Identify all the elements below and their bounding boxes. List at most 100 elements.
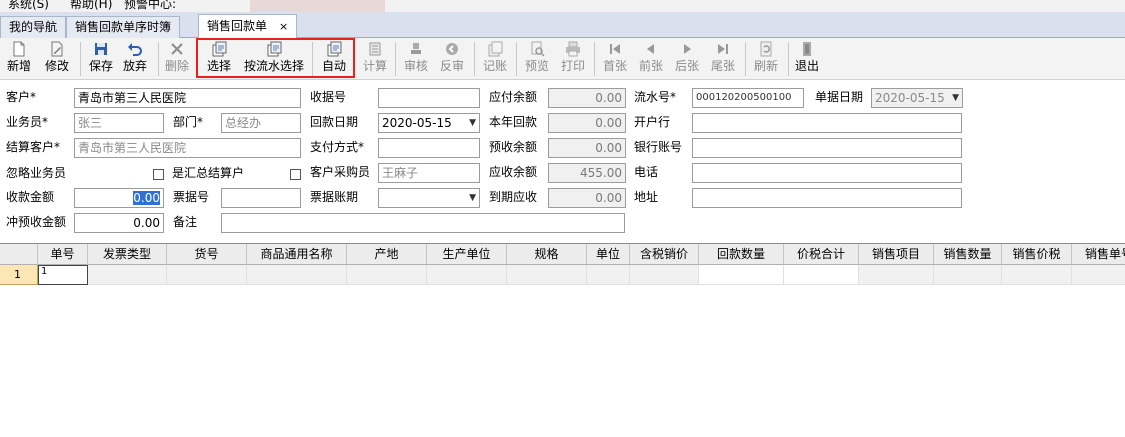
column-header[interactable]: 回款数量: [699, 244, 784, 265]
print-button[interactable]: 打印: [558, 40, 588, 78]
bank-account-field[interactable]: [692, 138, 962, 158]
table-cell[interactable]: [587, 265, 630, 285]
tab-sales-return-form[interactable]: 销售回款单 ×: [198, 14, 298, 39]
new-button[interactable]: 新增: [4, 40, 34, 78]
column-header[interactable]: 货号: [167, 244, 247, 265]
audit-button[interactable]: 审核: [401, 40, 431, 78]
prev-record-button[interactable]: 前张: [636, 40, 666, 78]
address-label: 地址: [634, 190, 659, 204]
bank-field[interactable]: [692, 113, 962, 133]
calculate-button[interactable]: 计算: [360, 40, 390, 78]
ignore-salesman-checkbox[interactable]: [153, 169, 164, 180]
dept-field[interactable]: 总经办: [221, 113, 301, 133]
delete-label: 删除: [164, 59, 189, 73]
table-cell[interactable]: [934, 265, 1002, 285]
next-arrow-icon: [684, 44, 691, 54]
discard-button[interactable]: 放弃: [120, 40, 150, 78]
close-icon[interactable]: ×: [279, 20, 288, 33]
discard-label: 放弃: [122, 59, 147, 73]
calculate-icon: [369, 42, 381, 56]
phone-field[interactable]: [692, 163, 962, 183]
table-cell[interactable]: [247, 265, 347, 285]
salesman-label: 业务员*: [6, 115, 49, 129]
table-cell[interactable]: [347, 265, 427, 285]
column-header[interactable]: 生产单位: [427, 244, 507, 265]
column-header[interactable]: 单号: [38, 244, 88, 265]
calculate-label: 计算: [362, 59, 387, 73]
bill-no-field[interactable]: [221, 188, 301, 208]
column-header[interactable]: 销售数量: [934, 244, 1002, 265]
table-cell[interactable]: [859, 265, 934, 285]
customer-label: 客户*: [6, 90, 37, 104]
preview-button[interactable]: 预览: [522, 40, 552, 78]
table-cell[interactable]: [427, 265, 507, 285]
column-header[interactable]: 规格: [507, 244, 587, 265]
column-header[interactable]: 产地: [347, 244, 427, 265]
tab-my-navigation[interactable]: 我的导航: [0, 16, 67, 38]
current-cell[interactable]: 1: [38, 265, 88, 285]
menu-help[interactable]: 帮助(H): [70, 0, 112, 12]
table-cell[interactable]: [167, 265, 247, 285]
customer-buyer-field[interactable]: 王麻子: [378, 163, 480, 183]
edit-button[interactable]: 修改: [42, 40, 72, 78]
table-cell[interactable]: [699, 265, 784, 285]
toolbar-separator: [80, 42, 81, 76]
bill-period-label: 票据账期: [310, 190, 359, 204]
first-record-button[interactable]: 首张: [600, 40, 630, 78]
chevron-down-icon: ▼: [469, 193, 476, 203]
pay-method-field[interactable]: [378, 138, 480, 158]
tab-sales-return-journal[interactable]: 销售回款单序时簿: [66, 16, 181, 38]
tab-strip: 我的导航 销售回款单序时簿 销售回款单 ×: [0, 12, 1125, 39]
exit-button[interactable]: 退出: [792, 40, 822, 78]
flow-no-field[interactable]: 000120200500100: [692, 88, 804, 108]
edit-document-icon: [51, 41, 63, 57]
chevron-down-icon: ▼: [469, 118, 476, 128]
printer-icon: [566, 41, 580, 57]
return-date-select[interactable]: 2020-05-15 ▼: [378, 113, 480, 133]
next-label: 后张: [674, 59, 699, 73]
last-record-button[interactable]: 尾张: [708, 40, 738, 78]
bill-period-select[interactable]: ▼: [378, 188, 480, 208]
column-header[interactable]: 发票类型: [88, 244, 167, 265]
customer-field[interactable]: 青岛市第三人民医院: [74, 88, 301, 108]
save-button[interactable]: 保存: [86, 40, 116, 78]
reverse-audit-button[interactable]: 反审: [437, 40, 467, 78]
toolbar-separator: [516, 42, 517, 76]
column-header[interactable]: 商品通用名称: [247, 244, 347, 265]
is-summary-checkbox[interactable]: [290, 169, 301, 180]
delete-button[interactable]: 删除: [162, 40, 192, 78]
menu-bar: 系统(S) 帮助(H) 预警中心:: [0, 0, 1125, 12]
column-header[interactable]: 销售单号: [1072, 244, 1125, 265]
remark-field[interactable]: [221, 213, 625, 233]
column-header[interactable]: 销售项目: [859, 244, 934, 265]
preview-label: 预览: [524, 59, 549, 73]
bank-account-label: 银行账号: [634, 140, 683, 154]
settle-customer-field[interactable]: 青岛市第三人民医院: [74, 138, 301, 158]
row-number[interactable]: 1: [0, 265, 38, 285]
column-header[interactable]: 销售价税: [1002, 244, 1072, 265]
salesman-field[interactable]: 张三: [74, 113, 164, 133]
table-cell[interactable]: [507, 265, 587, 285]
prev-label: 前张: [638, 59, 663, 73]
table-cell[interactable]: [784, 265, 859, 285]
receipt-no-field[interactable]: [378, 88, 480, 108]
menu-alert-center[interactable]: 预警中心:: [124, 0, 176, 12]
column-header[interactable]: 含税销价: [630, 244, 699, 265]
table-cell[interactable]: [1002, 265, 1072, 285]
new-document-icon: [13, 41, 25, 57]
table-cell[interactable]: [1072, 265, 1125, 285]
table-cell[interactable]: [630, 265, 699, 285]
next-record-button[interactable]: 后张: [672, 40, 702, 78]
table-cell[interactable]: [88, 265, 167, 285]
receivable-balance-field: 455.00: [548, 163, 626, 183]
post-button[interactable]: 记账: [480, 40, 510, 78]
column-header[interactable]: 价税合计: [784, 244, 859, 265]
offset-prepaid-field[interactable]: 0.00: [74, 213, 164, 233]
save-icon: [95, 43, 107, 55]
last-record-icon: [718, 44, 728, 54]
receipt-amount-field[interactable]: 0.00: [74, 188, 164, 208]
refresh-button[interactable]: 刷新: [751, 40, 781, 78]
address-field[interactable]: [692, 188, 962, 208]
column-header[interactable]: 单位: [587, 244, 630, 265]
menu-system[interactable]: 系统(S): [8, 0, 49, 12]
